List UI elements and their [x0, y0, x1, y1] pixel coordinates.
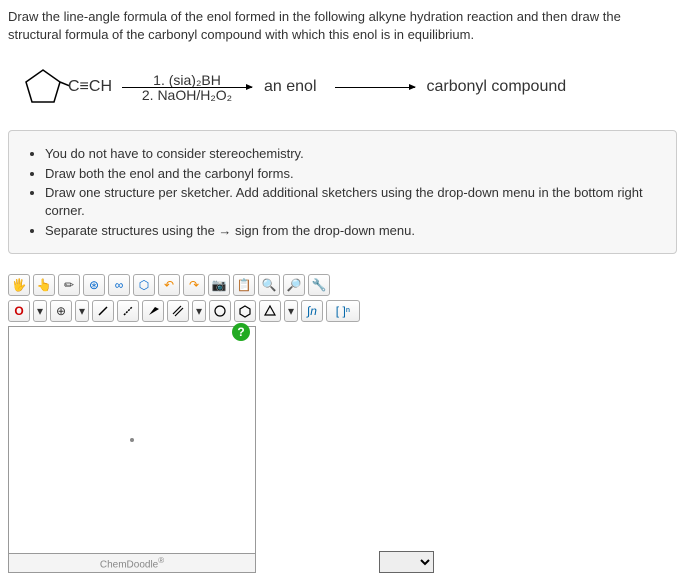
chain-icon: ∞: [115, 278, 124, 292]
undo-button[interactable]: ↶: [158, 274, 180, 296]
chevron-down-icon: ▾: [288, 304, 294, 318]
zoom-in-icon: 🔍: [262, 278, 277, 292]
redo-button[interactable]: ↷: [183, 274, 205, 296]
chevron-down-icon: ▾: [79, 304, 85, 318]
help-button[interactable]: ?: [232, 323, 250, 341]
pointer-icon: 👆: [37, 278, 52, 292]
target-icon: ⊛: [89, 278, 99, 292]
ring-dropdown[interactable]: ▾: [284, 300, 298, 322]
undo-icon: ↶: [164, 278, 174, 292]
atom-o-button[interactable]: O: [8, 300, 30, 322]
draw-tool-button[interactable]: ✏: [58, 274, 80, 296]
sketcher: 🖐 👆 ✏ ⊛ ∞ ⬡ ↶ ↷ 📷 📋 🔍 🔎 🔧 O ▾ ⊕ ▾ ▾ ▾ ∫n…: [8, 272, 438, 573]
bond-icon: [171, 304, 185, 318]
ring-button-1[interactable]: [209, 300, 231, 322]
script-label: ∫n: [307, 304, 317, 318]
reagent-1: 1. (sia)₂BH: [153, 72, 221, 88]
zoom-out-button[interactable]: 🔎: [283, 274, 305, 296]
target-tool-button[interactable]: ⊛: [83, 274, 105, 296]
bond-icon: [121, 304, 135, 318]
ring-button-2[interactable]: [234, 300, 256, 322]
intermediate-label: an enol: [264, 78, 317, 96]
charge-icon: ⊕: [56, 304, 66, 318]
registered-mark: ®: [158, 556, 164, 565]
atom-dropdown[interactable]: ▾: [33, 300, 47, 322]
hand-tool-button[interactable]: 🖐: [8, 274, 30, 296]
bond-dropdown[interactable]: ▾: [192, 300, 206, 322]
chemdoodle-label: ChemDoodle: [100, 559, 158, 570]
hand-icon: 🖐: [12, 278, 27, 292]
paste-icon: 📋: [237, 278, 252, 292]
toolbar-row-1: 🖐 👆 ✏ ⊛ ∞ ⬡ ↶ ↷ 📷 📋 🔍 🔎 🔧: [8, 272, 438, 298]
ring-icon: [263, 304, 277, 318]
zoom-in-button[interactable]: 🔍: [258, 274, 280, 296]
atom-label: O: [14, 304, 23, 318]
charge-button[interactable]: ⊕: [50, 300, 72, 322]
bracket-button[interactable]: [ ]ⁿ: [326, 300, 360, 322]
bracket-label: [ ]ⁿ: [336, 304, 350, 318]
instructions-box: You do not have to consider stereochemis…: [8, 130, 677, 254]
chevron-down-icon: ▾: [196, 304, 202, 318]
instruction-item: You do not have to consider stereochemis…: [45, 145, 660, 163]
canvas-placeholder-dot: [130, 438, 134, 442]
reaction-scheme: C≡CH 1. (sia)₂BH 2. NaOH/H₂O₂ an enol ca…: [8, 56, 677, 118]
ring-button-3[interactable]: [259, 300, 281, 322]
settings-button[interactable]: 🔧: [308, 274, 330, 296]
chain-tool-button[interactable]: ∞: [108, 274, 130, 296]
instruction-item: Separate structures using the → sign fro…: [45, 222, 660, 240]
ring-icon: [213, 304, 227, 318]
bond-icon: [96, 304, 110, 318]
template-tool-button[interactable]: ⬡: [133, 274, 155, 296]
zoom-out-icon: 🔎: [287, 278, 302, 292]
charge-dropdown[interactable]: ▾: [75, 300, 89, 322]
canvas-footer: ChemDoodle®: [8, 554, 256, 573]
question-line1: Draw the line-angle formula of the enol …: [8, 9, 621, 24]
reagent-2: 2. NaOH/H₂O₂: [142, 87, 232, 103]
script-button[interactable]: ∫n: [301, 300, 323, 322]
template-icon: ⬡: [139, 278, 149, 292]
camera-button[interactable]: 📷: [208, 274, 230, 296]
instruction-item: Draw one structure per sketcher. Add add…: [45, 184, 660, 219]
alkyne-label: C≡CH: [68, 78, 112, 96]
dashed-bond-button[interactable]: [117, 300, 139, 322]
instruction-item: Draw both the enol and the carbonyl form…: [45, 165, 660, 183]
arrow-icon: [335, 87, 415, 88]
wedge-bond-button[interactable]: [142, 300, 164, 322]
question-line2: structural formula of the carbonyl compo…: [8, 27, 474, 42]
pencil-icon: ✏: [64, 278, 74, 292]
cyclopentane-icon: [18, 64, 70, 110]
toolbar-row-2: O ▾ ⊕ ▾ ▾ ▾ ∫n [ ]ⁿ: [8, 298, 438, 324]
chevron-down-icon: ▾: [37, 304, 43, 318]
reagent-block: 1. (sia)₂BH 2. NaOH/H₂O₂: [122, 72, 252, 103]
bond-icon: [146, 304, 160, 318]
paste-button[interactable]: 📋: [233, 274, 255, 296]
camera-icon: 📷: [212, 278, 227, 292]
redo-icon: ↷: [189, 278, 199, 292]
double-bond-button[interactable]: [167, 300, 189, 322]
wrench-icon: 🔧: [312, 278, 327, 292]
drawing-canvas[interactable]: [8, 326, 256, 554]
product-label: carbonyl compound: [427, 78, 567, 96]
ring-icon: [238, 304, 252, 318]
pointer-tool-button[interactable]: 👆: [33, 274, 55, 296]
starting-material: C≡CH: [18, 64, 112, 110]
single-bond-button[interactable]: [92, 300, 114, 322]
